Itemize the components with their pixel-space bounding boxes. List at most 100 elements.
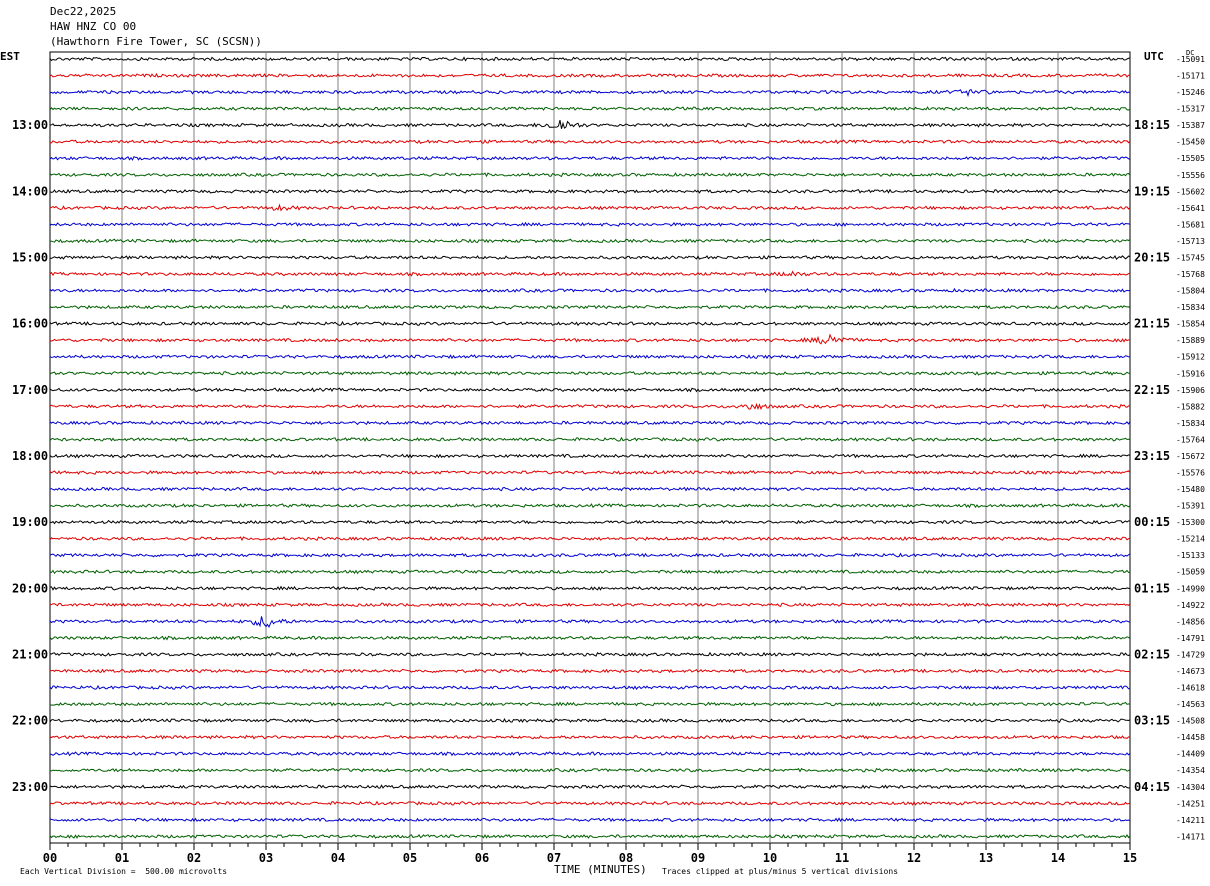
dc-offset-label: -14673 [1176,667,1205,676]
hour-label-est: 14:00 [12,184,48,198]
trace-row [49,469,1131,475]
hour-label-est: 18:00 [12,449,48,463]
dc-offset-label: -14354 [1176,766,1205,775]
dc-offset-label: -14791 [1176,634,1205,643]
dc-offset-label: -15889 [1176,336,1205,345]
trace-row [49,751,1131,757]
trace-row [49,701,1131,707]
trace-row [49,734,1131,740]
trace-row [49,616,1131,628]
trace-row [49,354,1131,360]
trace-row [49,72,1130,78]
hour-label-utc: 00:15 [1134,515,1170,529]
hour-label-utc: 03:15 [1134,714,1170,728]
dc-offset-label: -15059 [1176,568,1205,577]
hour-label-est: 23:00 [12,780,48,794]
trace-row [49,833,1131,839]
x-tick-label: 00 [43,851,57,865]
hour-label-utc: 21:15 [1134,317,1170,331]
dc-offset-label: -15681 [1176,220,1205,229]
dc-offset-label: -15641 [1176,204,1205,213]
trace-row [49,155,1131,161]
trace-row [49,56,1131,62]
dc-offset-label: -15214 [1176,535,1205,544]
dc-offset-label: -15133 [1176,551,1205,560]
dc-offset-label: -15804 [1176,287,1205,296]
trace-row [49,767,1131,773]
x-axis-title: TIME (MINUTES) [554,863,647,876]
trace-row [49,172,1131,178]
x-tick-label: 11 [835,851,849,865]
x-tick-label: 14 [1051,851,1065,865]
trace-row [49,402,1131,411]
dc-offset-label: -15556 [1176,171,1205,180]
trace-row [49,333,1130,345]
x-tick-label: 04 [331,851,345,865]
x-tick-label: 12 [907,851,921,865]
trace-row [49,420,1131,426]
trace-row [49,88,1131,98]
trace-row [49,106,1131,112]
x-tick-label: 01 [115,851,129,865]
dc-offset-label: -15916 [1176,369,1205,378]
hour-label-utc: 20:15 [1134,250,1170,264]
dc-offset-label: -14304 [1176,783,1205,792]
hour-label-est: 15:00 [12,250,48,264]
hour-label-utc: 18:15 [1134,118,1170,132]
trace-row [49,387,1131,393]
dc-offset-label: -15834 [1176,303,1205,312]
trace-row [49,718,1131,724]
trace-row [49,684,1130,690]
dc-offset-label: -15906 [1176,386,1205,395]
dc-offset-label: -15480 [1176,485,1205,494]
dc-offset-label: -14990 [1176,584,1205,593]
trace-row [50,668,1131,674]
hour-label-est: 21:00 [12,647,48,661]
dc-offset-label: -15713 [1176,237,1205,246]
trace-row [49,635,1131,641]
hour-label-utc: 23:15 [1134,449,1170,463]
dc-offset-label: -15317 [1176,105,1205,114]
trace-row [49,238,1131,244]
trace-row [49,188,1131,194]
dc-offset-label: -15450 [1176,138,1205,147]
vertical-scale-note: Each Vertical Division = 500.00 microvol… [20,867,228,876]
trace-row [49,552,1131,558]
dc-offset-label: -14563 [1176,700,1205,709]
plot-frame [49,51,1131,844]
trace-row [49,119,1131,129]
trace-row [49,651,1131,657]
dc-offset-label: -14618 [1176,684,1205,693]
trace-row [49,817,1131,823]
dc-offset-label: -15391 [1176,502,1205,511]
x-tick-label: 05 [403,851,417,865]
x-tick-label: 15 [1123,851,1137,865]
trace-row [49,519,1131,525]
x-tick-label: 03 [259,851,273,865]
dc-offset-label: -15246 [1176,88,1205,97]
dc-offset-label: -15300 [1176,518,1205,527]
dc-offset-label: -15834 [1176,419,1205,428]
hour-label-est: 16:00 [12,317,48,331]
trace-row [49,535,1131,542]
hour-label-utc: 19:15 [1134,184,1170,198]
trace-row [49,569,1131,575]
trace-row [49,203,1131,212]
clip-note: Traces clipped at plus/minus 5 vertical … [662,867,899,876]
dc-offset-label: -15602 [1176,187,1205,196]
dc-offset-label: -15171 [1176,72,1205,81]
dc-offset-label: -15091 [1176,55,1205,64]
dc-offset-label: -15882 [1176,402,1205,411]
dc-offset-label: -15672 [1176,452,1205,461]
helicorder-plot: -15091 -15171 -15246 -15317 -15387 13:00 18:15… [12,51,1205,865]
dc-offset-label: -15764 [1176,435,1205,444]
dc-offset-label: -14251 [1176,799,1205,808]
trace-row [49,304,1131,310]
trace-row [49,139,1131,145]
x-tick-label: 13 [979,851,993,865]
dc-offset-label: -14729 [1176,650,1205,659]
x-tick-label: 10 [763,851,777,865]
trace-row [49,784,1131,790]
x-tick-label: 06 [475,851,489,865]
hour-label-est: 13:00 [12,118,48,132]
